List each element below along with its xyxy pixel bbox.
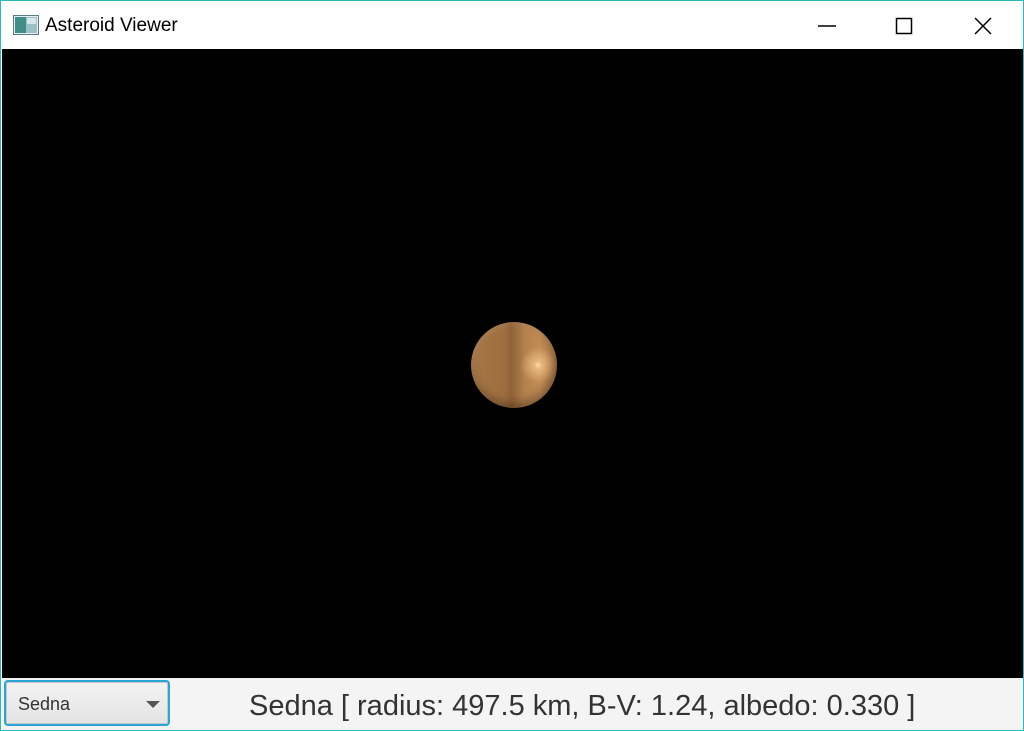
title-bar[interactable]: Asteroid Viewer bbox=[1, 1, 1023, 49]
minimize-button[interactable] bbox=[788, 1, 866, 49]
asteroid-sphere[interactable] bbox=[471, 322, 557, 408]
asteroid-info-label: Sedna [ radius: 497.5 km, B-V: 1.24, alb… bbox=[249, 690, 916, 722]
app-icon bbox=[13, 15, 39, 35]
close-button[interactable] bbox=[944, 1, 1022, 49]
3d-viewport[interactable] bbox=[2, 49, 1023, 678]
asteroid-select[interactable]: Sedna bbox=[4, 680, 170, 726]
asteroid-select-value: Sedna bbox=[18, 694, 71, 714]
app-window: Asteroid Viewer Sedna Sedna [ radius: 49… bbox=[0, 0, 1024, 731]
close-icon bbox=[974, 17, 992, 35]
bottom-bar: Sedna Sedna [ radius: 497.5 km, B-V: 1.2… bbox=[2, 678, 1023, 730]
minimize-icon bbox=[818, 25, 836, 27]
window-title: Asteroid Viewer bbox=[45, 15, 178, 36]
maximize-button[interactable] bbox=[866, 1, 944, 49]
maximize-icon bbox=[895, 17, 913, 35]
chevron-down-icon bbox=[146, 701, 160, 708]
